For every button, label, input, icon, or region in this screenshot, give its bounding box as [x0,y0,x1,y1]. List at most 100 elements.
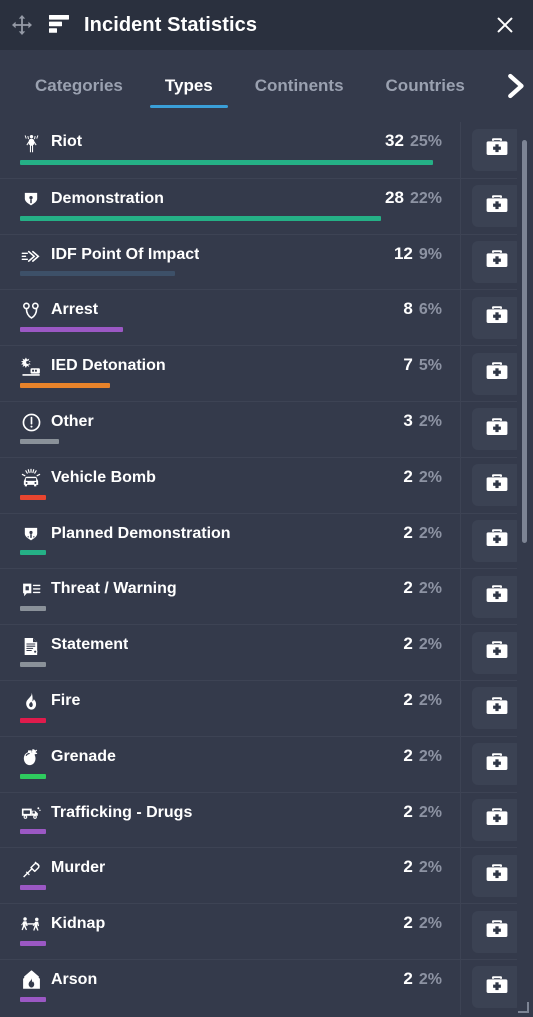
medical-kit-icon [484,638,510,667]
row-content: Grenade 2 2% [20,737,454,792]
window-resize-handle[interactable] [516,1000,530,1014]
tab-types[interactable]: Types [144,50,234,122]
row-count: 8 [403,299,413,319]
row-percent: 2% [418,970,442,988]
table-row[interactable]: Other 3 2% [0,400,533,457]
row-values: 32 25% [385,131,442,151]
row-label: Trafficking - Drugs [51,803,193,821]
row-content: Trafficking - Drugs 2 2% [20,793,454,848]
table-row[interactable]: Demonstration 28 22% [0,177,533,234]
row-values: 2 2% [403,467,442,487]
row-count: 2 [403,968,413,988]
scrollbar-thumb[interactable] [522,140,527,543]
row-values: 2 2% [403,523,442,543]
medical-kit-button[interactable] [472,464,522,507]
trafficking-drugs-icon [20,803,42,825]
row-bar-track [20,382,454,388]
medical-kit-button[interactable] [472,240,522,283]
row-bar-track [20,550,454,556]
row-bar-track [20,661,454,667]
statement-icon [20,635,42,657]
table-row[interactable]: Threat / Warning 2 2% [0,568,533,625]
list-scrollbar[interactable] [517,122,533,1017]
table-row[interactable]: Grenade 2 2% [0,735,533,792]
row-values: 28 22% [385,188,442,208]
row-bar-track [20,885,454,891]
row-label: Statement [51,636,129,654]
table-row[interactable]: Kidnap 2 2% [0,903,533,959]
window-titlebar[interactable]: Incident Statistics [0,0,533,50]
row-bar-fill [20,215,381,221]
table-row[interactable]: Planned Demonstration 2 2% [0,512,533,569]
row-values: 2 2% [403,578,442,598]
medical-kit-button[interactable] [472,910,522,953]
planned-demonstration-icon [20,524,42,546]
row-bar-track [20,438,454,444]
table-row[interactable]: Vehicle Bomb 2 2% [0,456,533,513]
table-row[interactable]: Trafficking - Drugs 2 2% [0,791,533,848]
medical-kit-button[interactable] [472,743,522,786]
medical-kit-button[interactable] [472,128,522,171]
tabs-next-button[interactable] [497,50,531,122]
row-count: 32 [385,131,404,150]
table-row[interactable]: Statement 2 2% [0,624,533,680]
medical-kit-icon [484,526,510,555]
table-row[interactable]: Murder 2 2% [0,847,533,904]
row-percent: 2% [418,915,442,933]
table-row[interactable]: Fire 2 2% [0,679,533,736]
medical-kit-icon [484,415,510,444]
table-row[interactable]: Arson 2 2% [0,958,533,1015]
row-count: 28 [385,187,404,207]
row-values: 2 2% [403,802,442,822]
row-bar-fill [20,940,46,946]
medical-kit-icon [484,471,510,500]
bar-chart-icon [46,12,72,38]
table-row[interactable]: IDF Point Of Impact 12 9% [0,233,533,290]
row-label: IDF Point Of Impact [51,245,200,263]
medical-kit-button[interactable] [472,575,522,618]
table-row[interactable]: Riot 32 25% [0,122,533,178]
row-label: Demonstration [51,189,164,207]
medical-kit-button[interactable] [472,408,522,451]
row-percent: 2% [418,859,442,877]
row-bar-fill [20,327,123,333]
tab-categories[interactable]: Categories [14,50,144,122]
row-count: 2 [403,634,413,654]
medical-kit-button[interactable] [472,519,522,562]
medical-kit-icon [484,694,510,723]
table-row[interactable]: Arrest 8 6% [0,289,533,346]
row-content: Kidnap 2 2% [20,904,454,959]
row-label: Arson [51,970,98,988]
medical-kit-button[interactable] [472,352,522,395]
demonstration-icon [20,189,42,211]
close-icon[interactable] [491,11,519,39]
row-bar-fill [20,271,175,277]
row-bar-fill [20,661,46,667]
medical-kit-button[interactable] [472,966,522,1009]
row-label: IED Detonation [51,357,166,375]
row-label: Murder [51,859,106,877]
medical-kit-button[interactable] [472,854,522,897]
medical-kit-icon [484,805,510,834]
row-bar-track [20,717,454,723]
medical-kit-button[interactable] [472,798,522,841]
row-bar-track [20,494,454,500]
medical-kit-button[interactable] [472,687,522,730]
row-bar-fill [20,550,46,556]
row-content: Fire 2 2% [20,681,454,736]
row-percent: 2% [418,412,442,430]
table-row[interactable]: IED Detonation 7 5% [0,345,533,401]
tab-countries[interactable]: Countries [365,50,486,122]
medical-kit-button[interactable] [472,631,522,674]
row-content: Arrest 8 6% [20,290,454,345]
row-percent: 2% [418,691,442,709]
row-percent: 6% [418,301,442,319]
tab-continents[interactable]: Continents [234,50,365,122]
row-percent: 2% [418,747,442,765]
medical-kit-button[interactable] [472,296,522,339]
row-bar-fill [20,773,46,779]
murder-icon [20,858,42,880]
row-content: Planned Demonstration 2 2% [20,514,454,569]
move-icon[interactable] [10,13,34,37]
medical-kit-button[interactable] [472,185,522,228]
